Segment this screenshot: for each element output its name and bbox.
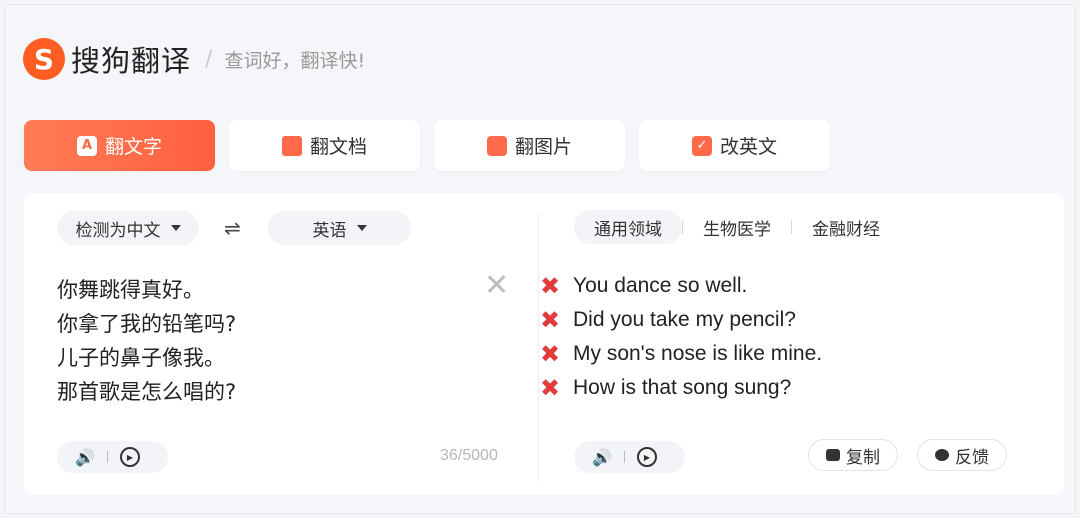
text-translate-icon: A	[76, 135, 97, 156]
header-separator: /	[205, 46, 213, 72]
target-audio-controls: 🔊 ▶	[574, 441, 685, 473]
document-icon	[281, 135, 302, 156]
domain-tab-general[interactable]: 通用领域	[574, 210, 682, 244]
copy-icon	[826, 449, 840, 461]
wrong-mark-icon: ✖	[539, 306, 561, 334]
source-language-select[interactable]: 检测为中文	[57, 211, 199, 245]
feedback-icon	[935, 449, 949, 461]
character-count: 36/5000	[440, 447, 498, 464]
copy-label: 复制	[846, 447, 880, 468]
source-line: 儿子的鼻子像我。	[57, 346, 225, 370]
replay-icon[interactable]: ▶	[119, 447, 140, 467]
source-language-label: 检测为中文	[75, 220, 161, 241]
feedback-label: 反馈	[955, 447, 989, 468]
divider	[106, 451, 108, 463]
source-line: 你拿了我的铅笔吗?	[57, 312, 237, 336]
feedback-button[interactable]: 反馈	[917, 439, 1007, 471]
tab-translate-image[interactable]: 翻图片	[434, 120, 625, 171]
image-icon	[486, 135, 507, 156]
sogou-logo-icon[interactable]: S	[23, 38, 65, 80]
mode-tabs: A 翻文字 翻文档 翻图片 ✓ 改英文	[24, 120, 830, 171]
translation-line: ✖ Did you take my pencil?	[539, 303, 822, 337]
speaker-icon[interactable]: 🔊	[75, 448, 95, 467]
slogan: 查词好，翻译快!	[224, 49, 366, 72]
wrong-mark-icon: ✖	[539, 272, 561, 300]
app-frame: S 搜狗翻译 / 查词好，翻译快! A 翻文字 翻文档 翻图片 ✓ 改英文 检测…	[4, 4, 1076, 514]
translation-output: ✖ You dance so well. ✖ Did you take my p…	[539, 269, 822, 405]
replay-icon[interactable]: ▶	[636, 447, 657, 467]
translation-line: ✖ You dance so well.	[539, 269, 822, 303]
domain-tab-biomedical[interactable]: 生物医学	[683, 210, 791, 244]
tab-label: 翻文档	[309, 136, 367, 158]
chevron-down-icon	[356, 225, 367, 231]
translation-line: ✖ How is that song sung?	[539, 371, 822, 405]
tab-translate-document[interactable]: 翻文档	[229, 120, 420, 171]
wrong-mark-icon: ✖	[539, 340, 561, 368]
translation-text: My son's nose is like mine.	[573, 342, 823, 365]
domain-tab-finance[interactable]: 金融财经	[792, 210, 900, 244]
tab-label: 改英文	[719, 136, 777, 158]
translation-line: ✖ My son's nose is like mine.	[539, 337, 822, 371]
swap-languages-icon[interactable]: ⇌	[224, 216, 241, 240]
tab-label: 翻文字	[104, 136, 162, 158]
target-language-select[interactable]: 英语	[268, 211, 411, 245]
divider	[623, 451, 625, 463]
translation-text: Did you take my pencil?	[573, 308, 796, 331]
copy-button[interactable]: 复制	[808, 439, 898, 471]
tab-translate-text[interactable]: A 翻文字	[24, 120, 215, 171]
header: S 搜狗翻译 / 查词好，翻译快!	[23, 37, 365, 81]
tab-label: 翻图片	[514, 136, 572, 158]
clear-icon[interactable]: ✕	[484, 271, 509, 301]
source-text-input[interactable]: 你舞跳得真好。 你拿了我的铅笔吗? 儿子的鼻子像我。 那首歌是怎么唱的?	[57, 273, 236, 409]
logo-text[interactable]: 搜狗翻译	[71, 38, 191, 80]
source-audio-controls: 🔊 ▶	[57, 441, 168, 473]
target-language-label: 英语	[312, 220, 347, 241]
source-line: 那首歌是怎么唱的?	[57, 380, 237, 404]
chevron-down-icon	[170, 225, 181, 231]
translation-text: You dance so well.	[573, 274, 748, 297]
translation-panel: 检测为中文 ⇌ 英语 你舞跳得真好。 你拿了我的铅笔吗? 儿子的鼻子像我。 那首…	[24, 193, 1064, 495]
tab-edit-english[interactable]: ✓ 改英文	[639, 120, 830, 171]
translation-text: How is that song sung?	[573, 376, 792, 399]
domain-tabs: 通用领域 生物医学 金融财经	[574, 210, 900, 244]
speaker-icon[interactable]: 🔊	[592, 448, 612, 467]
wrong-mark-icon: ✖	[539, 374, 561, 402]
source-line: 你舞跳得真好。	[57, 278, 204, 302]
edit-english-icon: ✓	[691, 135, 712, 156]
